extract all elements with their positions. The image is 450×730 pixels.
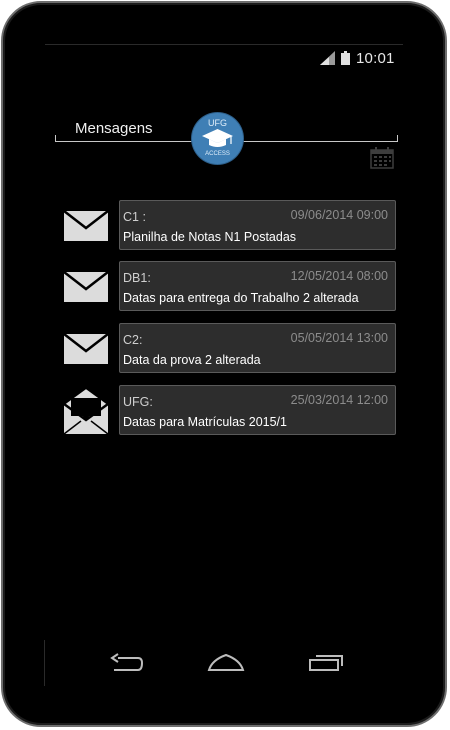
message-item[interactable]: C1 : 09/06/2014 09:00 Planilha de Notas … [55,200,398,252]
header-divider-tick [397,135,398,142]
status-bar: 10:01 [320,48,395,68]
message-sender: C2: [123,333,143,347]
message-time: 12/05/2014 08:00 [290,269,388,283]
message-sender: UFG: [123,395,153,409]
home-icon [207,653,245,671]
message-subject: Datas para entrega do Trabalho 2 alterad… [123,291,359,305]
message-sender: C1 : [123,210,146,224]
back-button[interactable] [108,650,144,678]
message-card[interactable]: DB1: 12/05/2014 08:00 Datas para entrega… [119,261,396,311]
message-item[interactable]: DB1: 12/05/2014 08:00 Datas para entrega… [55,261,398,313]
screen-divider [44,640,45,686]
message-time: 25/03/2014 12:00 [290,393,388,407]
back-icon [110,653,144,671]
calendar-icon[interactable] [370,147,394,169]
message-time: 09/06/2014 09:00 [290,208,388,222]
message-card[interactable]: C2: 05/05/2014 13:00 Data da prova 2 alt… [119,323,396,373]
recents-button[interactable] [308,650,346,678]
signal-icon [320,51,335,65]
home-button[interactable] [206,650,246,678]
envelope-open-icon [63,386,109,435]
ufg-access-logo[interactable]: UFG ACCESS [192,113,243,164]
message-card[interactable]: C1 : 09/06/2014 09:00 Planilha de Notas … [119,200,396,250]
screen-divider [45,44,403,45]
envelope-closed-icon [63,271,109,302]
envelope-closed-icon [63,210,109,241]
recents-icon [309,655,343,671]
page-title: Mensagens [75,120,153,137]
status-clock: 10:01 [356,49,395,67]
message-sender: DB1: [123,271,151,285]
logo-graphic: UFG ACCESS [202,118,233,157]
message-item[interactable]: UFG: 25/03/2014 12:00 Datas para Matrícu… [55,385,398,437]
envelope-closed-icon [63,333,109,364]
battery-icon [341,51,350,65]
message-subject: Data da prova 2 alterada [123,353,261,367]
message-subject: Planilha de Notas N1 Postadas [123,230,297,244]
logo-text-top: UFG [208,118,227,128]
logo-text-bottom: ACCESS [205,151,230,157]
message-time: 05/05/2014 13:00 [290,331,388,345]
message-card[interactable]: UFG: 25/03/2014 12:00 Datas para Matrícu… [119,385,396,435]
message-item[interactable]: C2: 05/05/2014 13:00 Data da prova 2 alt… [55,323,398,375]
header-divider-tick [55,135,56,142]
message-subject: Datas para Matrículas 2015/1 [123,415,287,429]
